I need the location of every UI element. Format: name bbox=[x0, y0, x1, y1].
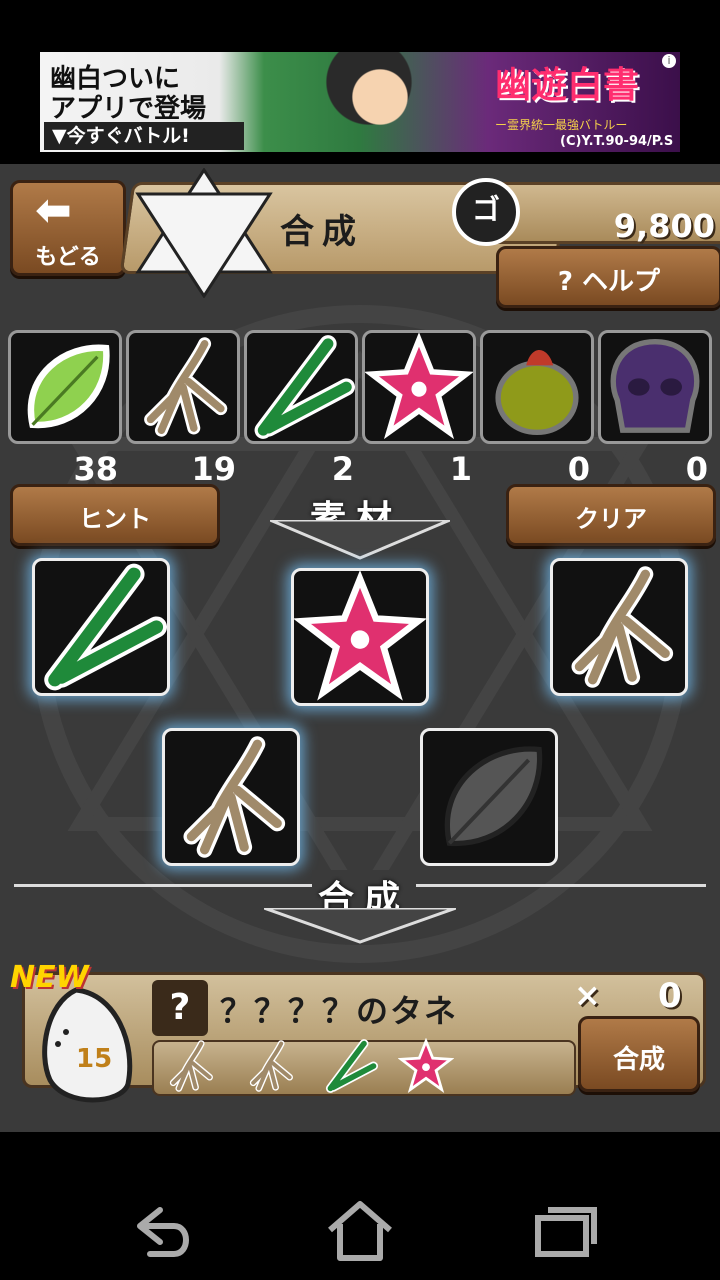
inventory-item-leaf[interactable] bbox=[8, 330, 122, 444]
new-badge: NEW bbox=[10, 960, 89, 995]
left-arrow-icon: ⬅ bbox=[35, 185, 72, 236]
recipe-material-grass bbox=[322, 1038, 378, 1094]
skull-icon bbox=[610, 338, 700, 433]
ad-logo: 幽遊白書 bbox=[495, 65, 640, 106]
result-name: ？？？？のタネ bbox=[220, 992, 459, 1030]
seed-number: 15 bbox=[76, 1044, 113, 1074]
times-sign: × bbox=[574, 976, 601, 1014]
material-slot-3[interactable] bbox=[550, 558, 688, 696]
inventory-item-grass[interactable] bbox=[244, 330, 358, 444]
leaf-icon bbox=[27, 344, 110, 429]
inventory-item-root[interactable] bbox=[126, 330, 240, 444]
inventory-count: 0 bbox=[685, 450, 708, 488]
material-slot-1[interactable] bbox=[32, 558, 170, 696]
back-icon[interactable] bbox=[120, 1196, 200, 1266]
recipe-material-root bbox=[242, 1038, 298, 1094]
ad-info-icon[interactable]: i bbox=[662, 54, 676, 68]
ad-line2: アプリで登場 bbox=[50, 94, 207, 124]
grass-icon bbox=[254, 335, 355, 439]
grass-icon bbox=[44, 563, 167, 691]
inventory-item-skull[interactable] bbox=[598, 330, 712, 444]
clear-label: クリア bbox=[575, 505, 647, 533]
flower-icon bbox=[364, 332, 474, 440]
down-arrow-icon bbox=[270, 520, 450, 560]
home-icon[interactable] bbox=[320, 1196, 400, 1266]
root-icon bbox=[169, 1040, 213, 1092]
inventory-count: 38 bbox=[73, 450, 118, 488]
inventory-count: 1 bbox=[449, 450, 472, 488]
hint-button[interactable]: ヒント bbox=[10, 484, 220, 546]
flower-icon bbox=[292, 570, 428, 701]
root-icon bbox=[249, 1040, 293, 1092]
leaf-placeholder-icon bbox=[444, 746, 543, 846]
ad-hero-image bbox=[270, 52, 490, 152]
clear-button[interactable]: クリア bbox=[506, 484, 716, 546]
material-slot-4[interactable] bbox=[162, 728, 300, 866]
unknown-icon: ? bbox=[152, 980, 208, 1036]
recipe-material-root bbox=[162, 1038, 218, 1094]
page-title: 合成 bbox=[280, 212, 364, 252]
help-button[interactable]: ? ヘルプ bbox=[496, 246, 720, 308]
root-icon bbox=[571, 566, 674, 688]
result-count: 0 bbox=[658, 976, 682, 1016]
ad-copyright: (C)Y.T.90-94/P.S bbox=[560, 134, 674, 149]
inventory-count: 0 bbox=[567, 450, 590, 488]
hexagram-icon bbox=[135, 168, 273, 298]
gold-value: 9,800 bbox=[613, 207, 715, 245]
synthesize-label: 合成 bbox=[612, 1045, 665, 1075]
back-button[interactable]: ⬅ もどる bbox=[10, 180, 126, 276]
material-slot-5[interactable] bbox=[420, 728, 558, 866]
root-icon bbox=[144, 337, 228, 437]
inventory-count: 2 bbox=[331, 450, 354, 488]
ad-subtitle: ー霊界統一最強バトルー bbox=[495, 118, 628, 132]
down-arrow-icon bbox=[264, 908, 456, 944]
ad-banner[interactable]: 幽白ついに アプリで登場 ▼今すぐバトル! 幽遊白書 ー霊界統一最強バトルー (… bbox=[40, 52, 680, 152]
grass-icon bbox=[325, 1039, 378, 1093]
flower-icon bbox=[397, 1037, 455, 1094]
ad-cta[interactable]: ▼今すぐバトル! bbox=[44, 122, 244, 150]
recent-apps-icon[interactable] bbox=[524, 1196, 604, 1266]
help-label: ? ヘルプ bbox=[557, 267, 661, 297]
inventory-count: 19 bbox=[191, 450, 236, 488]
bulb-icon bbox=[495, 349, 579, 436]
synthesize-button[interactable]: 合成 bbox=[578, 1016, 700, 1092]
hint-label: ヒント bbox=[79, 505, 151, 533]
recipe-material-flower bbox=[397, 1037, 455, 1094]
gold-coin-icon: ゴ bbox=[452, 178, 520, 246]
synthesis-screen: ⬅ もどる 合成 9,800 ゴ ? ヘルプ 38 19 2 1 0 0 ヒント… bbox=[0, 164, 720, 1132]
root-icon bbox=[183, 736, 286, 858]
back-label: もどる bbox=[35, 245, 101, 270]
inventory-item-bulb[interactable] bbox=[480, 330, 594, 444]
inventory-item-flower[interactable] bbox=[362, 330, 476, 444]
material-slot-2[interactable] bbox=[291, 568, 429, 706]
